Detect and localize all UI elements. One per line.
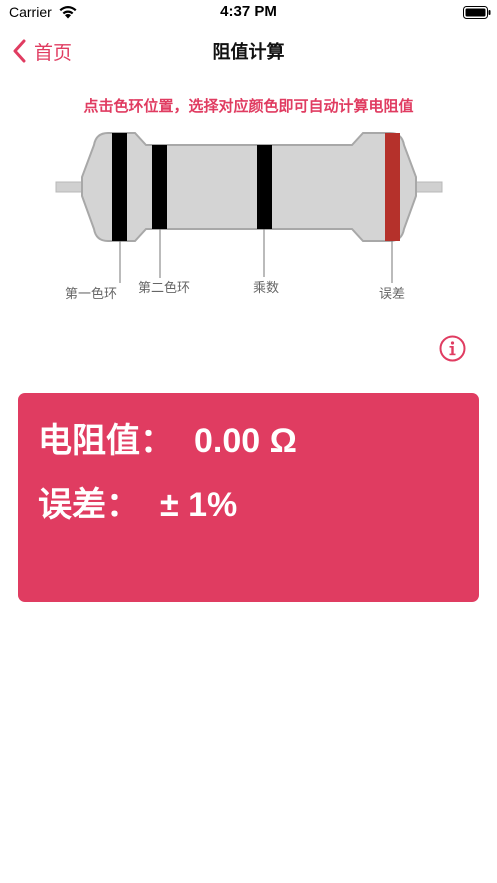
resistance-label: 电阻值： <box>38 421 174 461</box>
band-multiplier[interactable] <box>257 145 272 229</box>
tolerance-value: ± 1% <box>160 486 238 524</box>
info-icon[interactable] <box>439 335 466 362</box>
band-first[interactable] <box>112 133 127 241</box>
resistor-diagram: 第一色环 第二色环 乘数 误差 <box>55 132 443 302</box>
status-bar: Carrier 4:37 PM <box>0 0 497 26</box>
band-label-first: 第一色环 <box>65 286 117 302</box>
band-label-multiplier: 乘数 <box>253 281 279 296</box>
band-label-second: 第二色环 <box>138 280 190 296</box>
band-label-tolerance: 误差 <box>379 287 405 302</box>
result-card: 电阻值： 0.00 Ω 误差： ± 1% <box>18 393 479 602</box>
resistance-value: 0.00 Ω <box>194 422 297 460</box>
tolerance-label: 误差： <box>38 485 140 525</box>
page-title: 阻值计算 <box>212 42 285 63</box>
instruction-text: 点击色环位置，选择对应颜色即可自动计算电阻值 <box>83 97 414 115</box>
battery-icon <box>463 6 491 19</box>
resistance-row: 电阻值： 0.00 Ω <box>38 413 297 462</box>
band-tolerance[interactable] <box>385 133 400 241</box>
status-time: 4:37 PM <box>220 3 277 20</box>
resistor-body <box>81 132 417 242</box>
band-second[interactable] <box>152 145 167 229</box>
tolerance-row: 误差： ± 1% <box>38 477 237 526</box>
